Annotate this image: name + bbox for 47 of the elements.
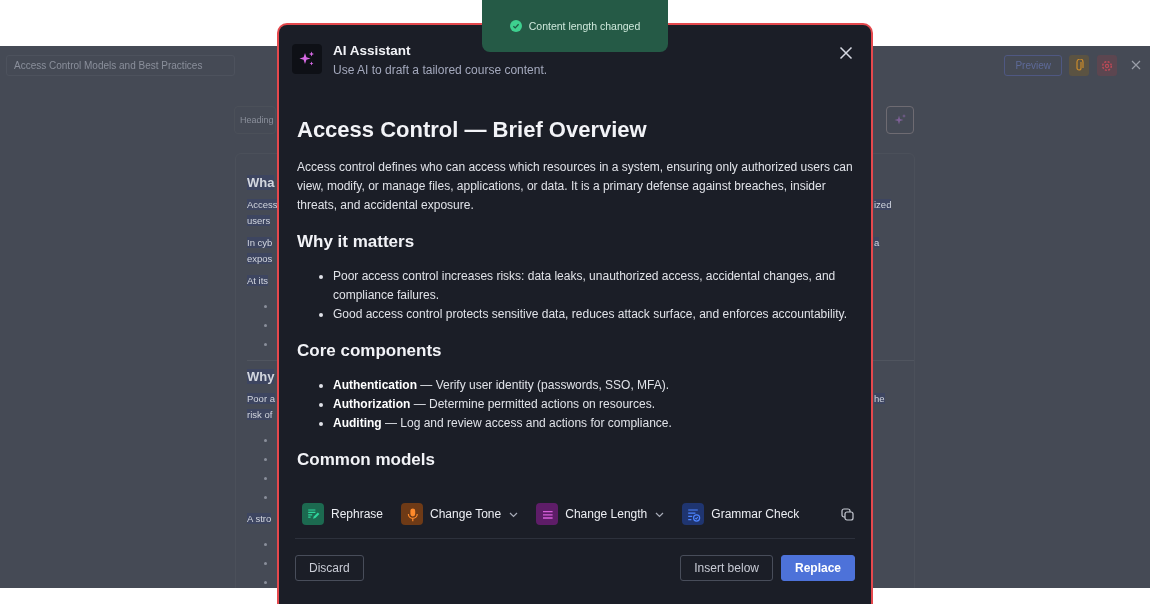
document-heading: Why bbox=[247, 369, 275, 384]
section-heading: Core components bbox=[297, 340, 443, 362]
dialog-subtitle: Use AI to draft a tailored course content. bbox=[333, 62, 549, 78]
list-item: Poor access control increases risks: data leaks, unauthorized access, accidental changes, and compliance failures. bbox=[333, 268, 837, 304]
list-item: Authorization — Determine permitted actions on resources. bbox=[333, 396, 656, 413]
ai-action-button[interactable]: Change Length bbox=[536, 503, 665, 525]
settings-button[interactable] bbox=[1097, 55, 1117, 76]
dialog-button[interactable]: Replace bbox=[780, 555, 855, 581]
document-text: Access bbox=[247, 199, 278, 210]
close-icon[interactable] bbox=[1131, 59, 1141, 70]
caret-icon bbox=[655, 512, 665, 518]
dialog-button[interactable]: Discard bbox=[295, 555, 364, 581]
toast-message: Content length changed bbox=[528, 20, 641, 32]
document-text: A stro bbox=[247, 513, 272, 524]
list-item: Authentication — Verify user identity (passwords, SSO, MFA). bbox=[333, 377, 670, 394]
document-text: Poor a bbox=[247, 393, 275, 404]
attach-button[interactable] bbox=[1069, 55, 1089, 76]
paperclip-icon bbox=[1074, 59, 1084, 72]
document-text: he bbox=[874, 393, 885, 404]
close-icon bbox=[839, 46, 853, 60]
copy-icon bbox=[841, 507, 854, 521]
ai-action-button[interactable]: Rephrase bbox=[302, 503, 384, 525]
ai-action-button[interactable]: Change Tone bbox=[401, 503, 519, 525]
document-text: At its bbox=[247, 275, 269, 286]
caret-icon bbox=[509, 512, 519, 518]
content-heading: Access Control — Brief Overview bbox=[297, 116, 648, 144]
list-item: Good access control protects sensitive data, reduces attack surface, and enforces accountability. bbox=[333, 306, 848, 323]
dialog-button[interactable]: Insert below bbox=[680, 555, 773, 581]
document-text: users bbox=[247, 215, 271, 226]
document-text: ized bbox=[874, 199, 892, 210]
sparkle-icon bbox=[298, 50, 316, 68]
section-heading: Why it matters bbox=[297, 231, 416, 253]
document-text: a bbox=[874, 237, 880, 248]
list-item: Auditing — Log and review access and actions for compliance. bbox=[333, 415, 672, 432]
document-heading: Wha bbox=[247, 175, 275, 190]
dialog-title: AI Assistant bbox=[333, 43, 412, 59]
copy-button[interactable] bbox=[841, 507, 854, 521]
content-paragraph: Access control defines who can access which resources in a system, ensuring only authorized users can view, modify, or manage files, applications, or data. It is a primary defense against breaches, insider threats, and accidental exposure. bbox=[297, 159, 853, 214]
ai-button[interactable] bbox=[886, 106, 914, 134]
settings-icon bbox=[1101, 59, 1113, 72]
check-circle-icon bbox=[509, 20, 522, 32]
section-heading: Common models bbox=[297, 449, 436, 471]
document-text: risk of bbox=[247, 409, 273, 420]
document-text: expos bbox=[247, 253, 273, 264]
close-button[interactable] bbox=[839, 46, 853, 60]
ai-action-button[interactable]: Grammar Check bbox=[682, 503, 800, 525]
document-text: In cyb bbox=[247, 237, 273, 248]
